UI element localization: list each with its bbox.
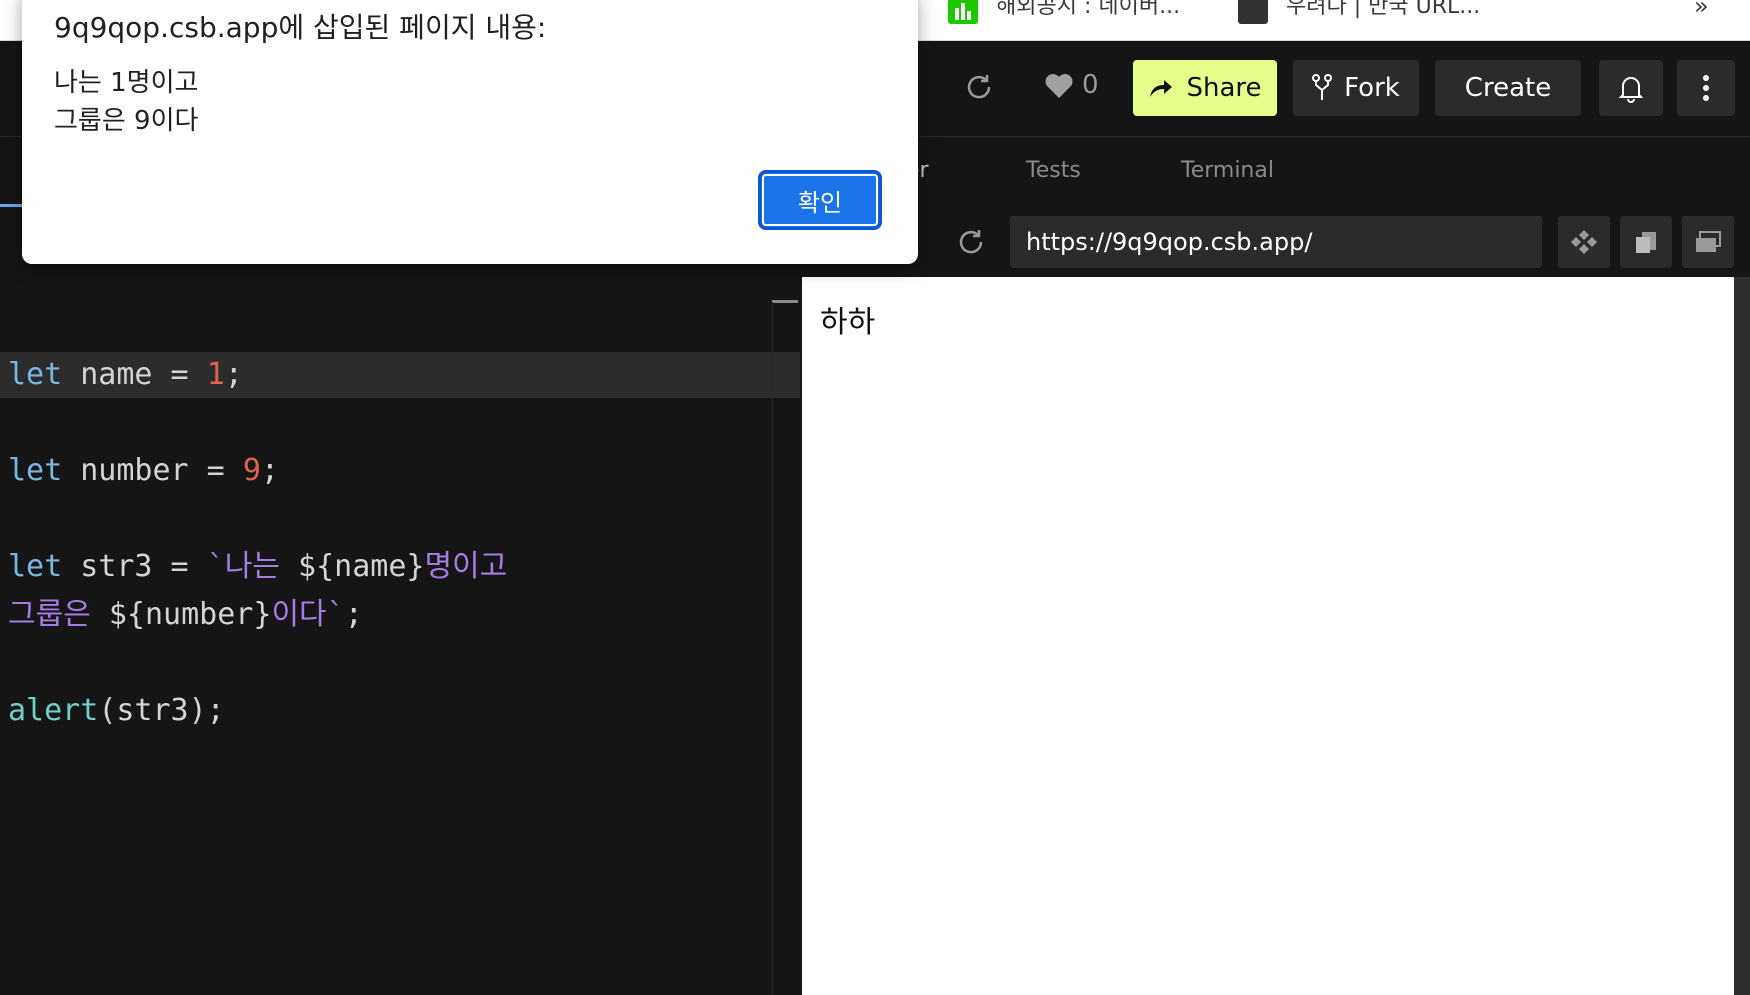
chart-icon [948,0,978,24]
share-label: Share [1186,73,1262,103]
copy-icon[interactable] [1620,216,1672,268]
alert-message-line-2: 그룹은 9이다 [54,106,199,136]
more-menu-icon[interactable] [1677,60,1735,116]
share-button[interactable]: Share [1133,60,1277,116]
alert-message-line-1: 나는 1명이고 [54,68,199,98]
like-count: 0 [1082,70,1099,100]
fork-icon [1312,74,1333,102]
bookmark-item-2[interactable]: 우려다 | 만국 URL... [1286,0,1480,20]
create-button[interactable]: Create [1435,60,1581,116]
code-line-3: let str3 = `나는 ${name}명이고 [8,549,508,584]
bookmark-item-1[interactable]: 해외공시 : 네이버... [996,0,1180,20]
fork-label: Fork [1344,73,1400,103]
minimap-marker [772,300,798,303]
open-window-icon[interactable] [1682,216,1734,268]
bell-icon[interactable] [1599,60,1663,116]
fork-button[interactable]: Fork [1293,60,1419,116]
alert-title: 9q9qop.csb.app에 삽입된 페이지 내용: [54,11,547,44]
code-line-5: alert(str3); [8,693,225,728]
editor-divider [772,302,773,995]
code-editor[interactable]: let name = 1; let number = 9; let str3 =… [0,272,800,995]
tab-tests[interactable]: Tests [1026,158,1081,183]
preview-scrollbar[interactable] [1734,277,1750,995]
refresh-icon[interactable] [962,70,996,108]
alert-ok-button[interactable]: 확인 [758,170,882,230]
preview-pane[interactable]: 하하 [802,277,1734,995]
devtools-icon[interactable] [1558,216,1610,268]
address-input[interactable]: https://9q9qop.csb.app/ [1010,216,1542,268]
alert-dialog: 9q9qop.csb.app에 삽입된 페이지 내용: 나는 1명이고 그룹은 … [22,0,918,264]
site-icon [1238,0,1268,24]
preview-text: 하하 [820,305,876,340]
reload-icon[interactable] [955,226,987,262]
heart-icon[interactable] [1044,72,1074,104]
tab-terminal[interactable]: Terminal [1181,158,1274,183]
bookmarks-more-icon[interactable]: » [1694,0,1709,20]
code-line-4: 그룹은 ${number}이다`; [8,597,363,632]
share-icon [1148,77,1174,99]
active-tab-indicator [0,204,22,207]
code-line-2: let number = 9; [8,453,279,488]
code-line-1: let name = 1; [8,357,243,392]
